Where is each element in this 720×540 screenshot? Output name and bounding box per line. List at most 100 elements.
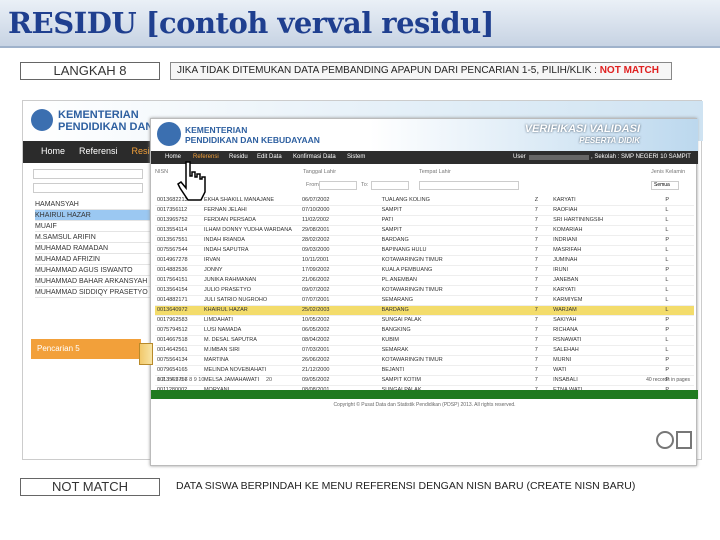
- table-row[interactable]: 0075567544 INDAH SAPUTRA 09/03/2000 BAPINAN…: [155, 245, 694, 256]
- page-size[interactable]: 20: [266, 377, 272, 383]
- table-cell: P: [663, 235, 694, 246]
- filter-dob-label: Tanggal Lahir: [303, 169, 337, 175]
- name-list-item[interactable]: M.SAMSUL ARIFIN: [35, 232, 153, 243]
- table-row[interactable]: 0017962583 LIMDAHATI 10/05/2002 SUNGAI PALA…: [155, 315, 694, 326]
- nav-konfirmasi-data[interactable]: Konfirmasi Data: [293, 154, 336, 160]
- table-cell: JANEBAN: [551, 275, 664, 286]
- table-cell: 07/10/2000: [299, 205, 380, 216]
- table-cell: 09/07/2002: [299, 285, 380, 296]
- table-row[interactable]: 0017564151 JUNIKA RAHMANAN 21/06/2002 PL.AN…: [155, 275, 694, 286]
- table-cell: 7: [532, 215, 552, 226]
- front-org-name: KEMENTERIAN PENDIDIKAN DAN KEBUDAYAAN: [185, 125, 320, 145]
- verif-line: VERIFIKASI VALIDASI: [524, 123, 640, 135]
- date-to-input[interactable]: [371, 181, 409, 190]
- table-row[interactable]: 0014882171 JULI SATRIO NUGROHO 07/07/2001 S…: [155, 295, 694, 306]
- table-cell: FERDIAN PERSADA: [201, 215, 300, 226]
- nav-referensi[interactable]: Referensi: [79, 146, 118, 158]
- nav-residu[interactable]: Residu: [229, 154, 248, 160]
- table-row[interactable]: 0017356112 FERNAN JELAHI 07/10/2000 SAMPIT 7…: [155, 205, 694, 216]
- gender-select[interactable]: Semua: [651, 181, 679, 190]
- table-cell: 10/05/2002: [299, 315, 380, 326]
- table-cell: FERNAN JELAHI: [201, 205, 300, 216]
- back-filter-select[interactable]: [33, 183, 143, 193]
- name-list-item[interactable]: HAMANSYAH: [35, 199, 153, 210]
- table-cell: SUNGAI PALAK: [379, 315, 533, 326]
- step-instruction: JIKA TIDAK DITEMUKAN DATA PEMBANDING APA…: [170, 62, 672, 80]
- table-cell: 7: [532, 225, 552, 236]
- pager-pages[interactable]: 1 2 3 4 5 6 7 8 9 10: [157, 377, 204, 383]
- back-search-input[interactable]: [33, 169, 143, 179]
- nav-sistem[interactable]: Sistem: [347, 154, 365, 160]
- table-cell: INDAH SAPUTRA: [201, 245, 300, 256]
- table-cell: SEMARAK: [379, 345, 533, 356]
- name-list-item[interactable]: MUAIF: [35, 221, 153, 232]
- pob-input[interactable]: [419, 181, 519, 190]
- name-list-item[interactable]: MUHAMAD AFRIZIN: [35, 254, 153, 265]
- table-cell: 06/05/2002: [299, 325, 380, 336]
- table-cell: P: [663, 195, 694, 206]
- table-row[interactable]: 0013554114 ILHAM DONNY YUDHA WARDANA 29/08…: [155, 225, 694, 236]
- name-list-item[interactable]: MUHAMAD RAMADAN: [35, 243, 153, 254]
- table-cell: 28/02/2002: [299, 235, 380, 246]
- table-cell: BARDANG: [379, 305, 533, 316]
- table-cell: L: [663, 295, 694, 306]
- name-list-item[interactable]: MUHAMMAD BAHAR ARKANSYAH: [35, 276, 153, 287]
- table-cell: KARYATI: [551, 285, 664, 296]
- filter-gender-label: Jenis Kelamin: [651, 169, 686, 175]
- filter-pob-label: Tempat Lahir: [419, 169, 451, 175]
- table-row[interactable]: 0079654165 MELINDA NOVEBIAHATI 21/12/2000 B…: [155, 365, 694, 376]
- table-cell: L: [663, 245, 694, 256]
- final-instruction: DATA SISWA BERPINDAH KE MENU REFERENSI D…: [170, 478, 672, 496]
- table-cell: 7: [532, 265, 552, 276]
- table-cell: BARDANG: [379, 235, 533, 246]
- table-cell: 7: [532, 295, 552, 306]
- name-list-item[interactable]: KHAIRUL HAZAR: [35, 210, 153, 221]
- table-cell: MARTINA: [201, 355, 300, 366]
- table-cell: SALEHAH: [551, 345, 664, 356]
- table-row[interactable]: 0013682213 EKHA SHAKILL MANAJANE 06/07/200…: [155, 195, 694, 206]
- table-cell: JULIO PRASETYO: [201, 285, 300, 296]
- table-row[interactable]: 0013564154 JULIO PRASETYO 09/07/2002 KOTAWA…: [155, 285, 694, 296]
- table-cell: PATI: [379, 215, 533, 226]
- nav-home[interactable]: Home: [41, 146, 65, 158]
- user-field: [529, 155, 589, 160]
- table-row[interactable]: 0014667518 M. DESAL SAPUTRA 08/04/2002 KUBI…: [155, 335, 694, 346]
- table-row[interactable]: 0014967278 IRVAN 10/11/2001 KOTAWARINGIN TI…: [155, 255, 694, 266]
- table-cell: L: [663, 215, 694, 226]
- table-cell: 7: [532, 235, 552, 246]
- table-cell: RSNAWATI: [551, 335, 664, 346]
- badge-icon: [676, 431, 692, 449]
- table-cell: BANGKING: [379, 325, 533, 336]
- table-row[interactable]: 0013965752 FERDIAN PERSADA 11/02/2002 PATI 7…: [155, 215, 694, 226]
- pager: 1 2 3 4 5 6 7 8 9 10 20: [157, 377, 272, 383]
- table-row[interactable]: 0013640972 KHAIRUL HAZAR 25/02/2003 BARDANG…: [155, 305, 694, 316]
- name-list-item[interactable]: MUHAMMAD AGUS ISWANTO: [35, 265, 153, 276]
- foreground-screenshot: KEMENTERIAN PENDIDIKAN DAN KEBUDAYAAN VER…: [150, 118, 698, 466]
- table-row[interactable]: 0075794512 LUSI NAMADA 06/05/2002 BANGKING 7…: [155, 325, 694, 336]
- nav-edit-data[interactable]: Edit Data: [257, 154, 282, 160]
- table-cell: 0075567544: [155, 245, 202, 256]
- table-cell: 0014882536: [155, 265, 202, 276]
- date-from-input[interactable]: [319, 181, 357, 190]
- page-title: RESIDU [contoh verval residu]: [8, 6, 494, 40]
- table-row[interactable]: 0014642561 M.IMBAN SIRI 07/03/2001 SEMARAK 7…: [155, 345, 694, 356]
- table-cell: P: [663, 355, 694, 366]
- table-cell: MASRIFAH: [551, 245, 664, 256]
- name-list-item[interactable]: MUHAMMAD SIDDIQY PRASETYO: [35, 287, 153, 298]
- table-cell: 21/06/2002: [299, 275, 380, 286]
- table-row[interactable]: 0014882536 JONNY 17/09/2002 KUALA PEMBUANG 7…: [155, 265, 694, 276]
- footer-bar: [151, 390, 698, 399]
- table-cell: KOTAWARINGIN TIMUR: [379, 255, 533, 266]
- table-cell: 7: [532, 275, 552, 286]
- table-row[interactable]: 0075564134 MARTINA 26/06/2002 KOTAWARINGIN …: [155, 355, 694, 366]
- table-cell: 10/11/2001: [299, 255, 380, 266]
- table-cell: M.IMBAN SIRI: [201, 345, 300, 356]
- front-nav: Home Referensi Residu Edit Data Konfirma…: [151, 151, 698, 164]
- logo-icon: [31, 109, 53, 131]
- table-row[interactable]: 0013567551 INDAH IRIANDA 28/02/2002 BARDANG…: [155, 235, 694, 246]
- instruction-highlight: NOT MATCH: [599, 65, 659, 76]
- table-cell: 11/02/2002: [299, 215, 380, 226]
- table-cell: JULI SATRIO NUGROHO: [201, 295, 300, 306]
- panel-pencarian-5[interactable]: Pencarian 5: [31, 339, 141, 359]
- table-cell: 08/04/2002: [299, 335, 380, 346]
